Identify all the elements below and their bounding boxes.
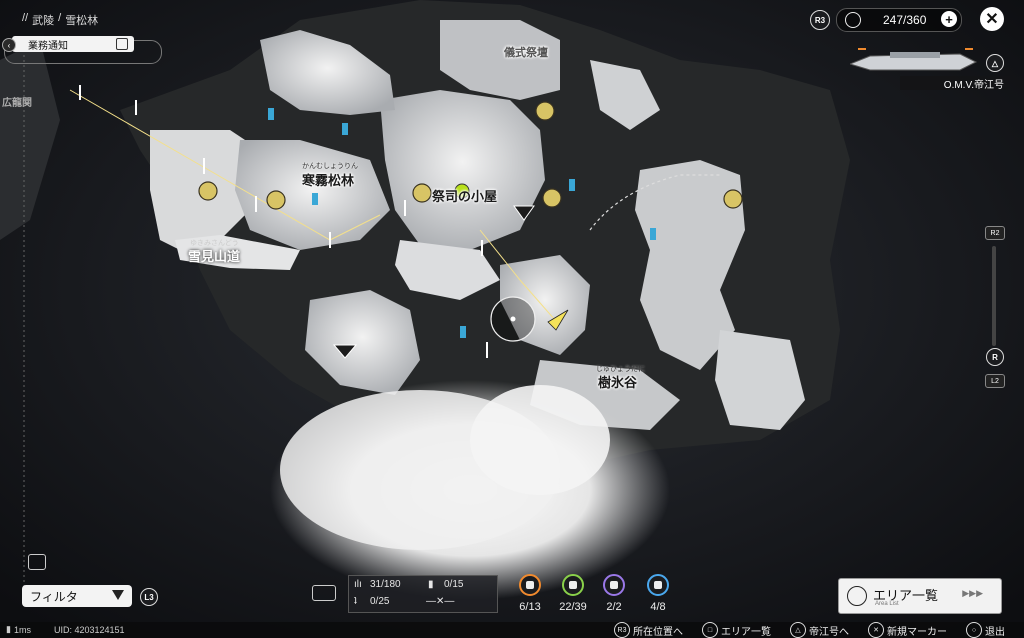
filter-label: フィルタ bbox=[30, 589, 78, 604]
collectible-inner-icon bbox=[610, 581, 618, 589]
signal-marker-icon bbox=[268, 108, 274, 120]
map-label-juhyodani[interactable]: 樹氷谷 bbox=[598, 372, 637, 391]
signal-marker-icon bbox=[342, 123, 348, 135]
hint-key-icon: ✕ bbox=[868, 622, 884, 638]
signal-marker-icon bbox=[569, 179, 575, 191]
hint-label: 所在位置へ bbox=[633, 626, 683, 638]
zoom-r-button[interactable]: R bbox=[986, 348, 1004, 366]
collapse-arrow-icon[interactable]: ‹ bbox=[2, 38, 16, 52]
signal-icon: ▮ bbox=[6, 624, 11, 634]
footer-hint[interactable]: R3 所在位置へ bbox=[614, 622, 683, 638]
zoom-track[interactable] bbox=[992, 246, 996, 346]
collectible-count: 22/39 bbox=[559, 601, 587, 613]
map-label-kanmu-shorin[interactable]: 寒霧松林 bbox=[302, 170, 354, 189]
ship-name: O.M.V.帝江号 bbox=[943, 79, 1004, 91]
breadcrumb-region[interactable]: 武陵 bbox=[32, 12, 54, 28]
breadcrumb: // 武陵 / 雪松林 bbox=[22, 12, 98, 28]
r3-button[interactable]: R3 bbox=[810, 10, 830, 30]
filter-funnel-icon bbox=[112, 590, 124, 600]
map-label-ritual-altar[interactable]: 儀式祭壇 bbox=[504, 44, 548, 60]
fps-value: 1ms bbox=[13, 624, 31, 635]
stat-c: 0/25 bbox=[370, 596, 390, 607]
hint-key-icon: △ bbox=[790, 622, 806, 638]
task-notice-button[interactable]: 業務通知 bbox=[12, 36, 134, 52]
ship-name-label[interactable]: O.M.V.帝江号 bbox=[900, 76, 1010, 91]
hint-key-icon: □ bbox=[702, 622, 718, 638]
ship-triangle-button[interactable]: △ bbox=[986, 54, 1004, 72]
collectible-count: 6/13 bbox=[519, 601, 541, 613]
teleport-marker-icon bbox=[412, 183, 432, 203]
teleport-marker-icon bbox=[542, 188, 562, 208]
footer-hint[interactable]: ✕ 新規マーカー bbox=[868, 622, 947, 638]
signal-marker-icon bbox=[650, 228, 656, 240]
collectible-inner-icon bbox=[654, 581, 662, 589]
stat-icon-lock: ▮ bbox=[428, 579, 434, 590]
teleport-marker-icon bbox=[198, 181, 218, 201]
r2-button[interactable]: R2 bbox=[985, 226, 1005, 240]
hint-label: 帝江号へ bbox=[809, 626, 849, 638]
area-list-sub: Area List bbox=[875, 601, 899, 607]
breadcrumb-sep: / bbox=[58, 12, 62, 24]
teleport-marker-icon bbox=[266, 190, 286, 210]
resource-icon bbox=[845, 12, 861, 28]
task-notice-icon bbox=[116, 38, 128, 50]
footer-hint[interactable]: ○ 退出 bbox=[966, 622, 1005, 638]
hint-key-icon: R3 bbox=[614, 622, 630, 638]
hint-key-icon: ○ bbox=[966, 622, 982, 638]
area-list-square-icon bbox=[847, 586, 867, 606]
green-chest-icon[interactable] bbox=[562, 574, 584, 596]
player-position-dot bbox=[510, 316, 516, 322]
map-layer-icon[interactable] bbox=[28, 554, 46, 570]
map-label-priest-hut[interactable]: 祭司の小屋 bbox=[432, 186, 497, 205]
world-map[interactable] bbox=[0, 0, 1024, 638]
resource-counter: 247/360 + bbox=[836, 8, 962, 32]
footer-uid: UID: 4203124151 bbox=[54, 625, 125, 635]
stat-icon-signal: ʇ bbox=[354, 596, 357, 607]
collectible-inner-icon bbox=[526, 581, 534, 589]
map-label-yukimi-sando[interactable]: 雪見山道 bbox=[188, 246, 240, 265]
signal-marker-icon bbox=[312, 193, 318, 205]
hint-label: 退出 bbox=[985, 626, 1005, 638]
stat-b: 0/15 bbox=[444, 579, 464, 590]
orange-orb-icon[interactable] bbox=[519, 574, 541, 596]
signal-marker-icon bbox=[460, 326, 466, 338]
collectible-inner-icon bbox=[569, 581, 577, 589]
area-list-button[interactable]: エリア一覧 Area List ▶▶▶ bbox=[838, 578, 1002, 614]
close-map-button[interactable]: ✕ bbox=[980, 7, 1004, 31]
breadcrumb-area[interactable]: 雪松林 bbox=[65, 12, 98, 28]
map-label-koryukan[interactable]: 広龍関 bbox=[2, 94, 32, 109]
hint-label: エリア一覧 bbox=[721, 626, 771, 638]
footer-fps: ▮ 1ms bbox=[6, 624, 31, 635]
breadcrumb-prefix: // bbox=[22, 12, 29, 24]
footer-hint[interactable]: △ 帝江号へ bbox=[790, 622, 849, 638]
l2-button[interactable]: L2 bbox=[985, 374, 1005, 388]
resource-count: 247/360 bbox=[883, 13, 927, 27]
stat-icon-bars: ılı bbox=[354, 579, 362, 590]
footer-hint[interactable]: □ エリア一覧 bbox=[702, 622, 771, 638]
purple-crystal-icon[interactable] bbox=[603, 574, 625, 596]
filter-button[interactable]: フィルタ bbox=[22, 585, 132, 607]
collectible-count: 4/8 bbox=[650, 601, 666, 613]
resource-add-button[interactable]: + bbox=[941, 11, 957, 27]
stat-d: —✕— bbox=[426, 596, 455, 607]
blue-gem-icon[interactable] bbox=[647, 574, 669, 596]
l3-button[interactable]: L3 bbox=[140, 588, 158, 606]
tray-icon[interactable] bbox=[312, 585, 336, 601]
area-list-arrows: ▶▶▶ bbox=[962, 588, 983, 598]
collectible-count: 2/2 bbox=[606, 601, 622, 613]
task-notice-label: 業務通知 bbox=[28, 40, 68, 52]
hint-label: 新規マーカー bbox=[887, 626, 947, 638]
stat-a: 31/180 bbox=[370, 579, 401, 590]
teleport-marker-icon bbox=[535, 101, 555, 121]
teleport-marker-icon bbox=[723, 189, 743, 209]
